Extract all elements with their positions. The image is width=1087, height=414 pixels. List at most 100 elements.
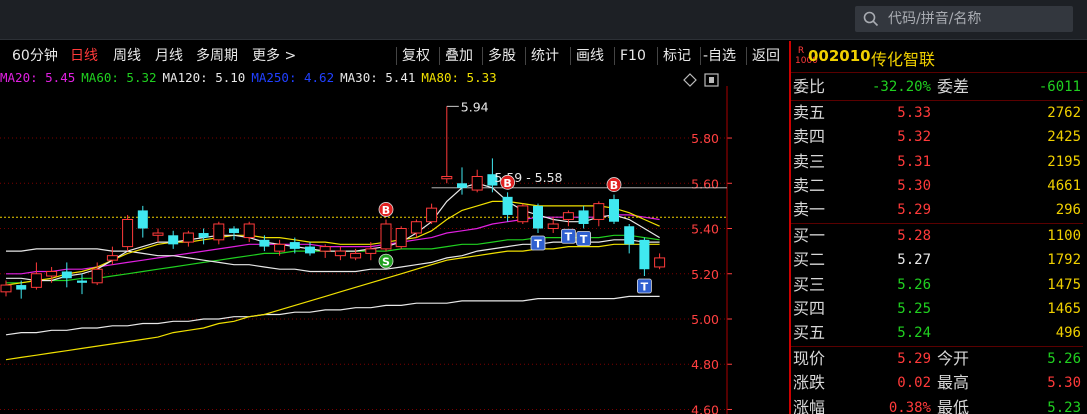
candle-body[interactable]	[106, 255, 118, 261]
bid-row[interactable]: 买五 5.24 496	[791, 321, 1083, 345]
candle-body[interactable]	[380, 223, 392, 250]
bid-row[interactable]: 买四 5.25 1465	[791, 297, 1083, 321]
candle-body[interactable]	[410, 221, 422, 234]
candle-body[interactable]	[243, 223, 255, 239]
candle-body[interactable]	[0, 284, 12, 293]
candle-body[interactable]	[624, 226, 635, 245]
signal-marker-t[interactable]: T	[561, 228, 576, 244]
btn-overlay[interactable]: 叠加	[445, 47, 473, 65]
signal-text: T	[565, 231, 573, 244]
candle-body[interactable]	[274, 243, 286, 252]
ma80-label: MA80: 5.33	[421, 70, 497, 85]
candle-body[interactable]	[91, 268, 103, 284]
quote-title: R 1000 002010 传化智联	[791, 41, 1087, 73]
candle-body[interactable]	[182, 232, 194, 243]
candle-body[interactable]	[16, 285, 27, 290]
period-60min[interactable]: 60分钟	[12, 47, 58, 65]
weibi-value: -32.20%	[871, 79, 931, 95]
tab-monthly[interactable]: 月线	[155, 47, 183, 65]
candle-body[interactable]	[77, 280, 87, 283]
ask-row[interactable]: 卖四 5.32 2425	[791, 125, 1083, 149]
btn-draw-line[interactable]: 画线	[576, 47, 604, 65]
candle-body[interactable]	[305, 246, 315, 254]
candle-body[interactable]	[441, 175, 453, 180]
candle-body[interactable]	[334, 250, 346, 257]
bid-row[interactable]: 买一 5.28 1100	[791, 224, 1083, 248]
toolbar-divider	[570, 47, 571, 65]
btn-stats[interactable]: 统计	[531, 47, 559, 65]
candle-body[interactable]	[471, 175, 483, 191]
candle-body[interactable]	[395, 228, 407, 248]
signal-marker-t[interactable]: T	[637, 278, 652, 294]
candle-body[interactable]	[593, 203, 605, 220]
btn-multi-stock[interactable]: 多股	[488, 47, 516, 65]
candle-body[interactable]	[502, 196, 513, 215]
search-input[interactable]	[888, 11, 1068, 27]
candle-body[interactable]	[289, 242, 300, 249]
stock-code: 002010	[808, 47, 871, 65]
candle-body[interactable]	[152, 232, 164, 236]
signal-text: B	[382, 204, 390, 217]
signal-marker-t[interactable]: T	[576, 231, 591, 247]
btn-fuquan[interactable]: 复权	[402, 47, 430, 65]
tab-weekly[interactable]: 周线	[113, 47, 141, 65]
candle-body[interactable]	[639, 239, 650, 270]
candle-body[interactable]	[517, 205, 529, 223]
candle-body[interactable]	[229, 228, 239, 234]
window-icon[interactable]	[704, 73, 719, 87]
ma30-label: MA30: 5.41	[340, 70, 416, 85]
bid-volume: 1792	[1047, 252, 1081, 269]
btn-f10[interactable]: F10	[620, 47, 646, 65]
bid-row[interactable]: 买二 5.27 1792	[791, 248, 1083, 272]
candle-body[interactable]	[609, 199, 619, 222]
ask-row[interactable]: 卖三 5.31 2195	[791, 150, 1083, 174]
ma120-label: MA120: 5.10	[162, 70, 246, 85]
signal-marker-b[interactable]: B	[378, 202, 394, 217]
candle-body[interactable]	[30, 273, 42, 288]
bid-row[interactable]: 买三 5.26 1475	[791, 273, 1083, 297]
tab-daily[interactable]: 日线	[70, 47, 98, 65]
candle-body[interactable]	[168, 235, 179, 245]
tab-more[interactable]: 更多 >	[252, 47, 296, 65]
candle-body[interactable]	[319, 246, 331, 252]
stat-label: 涨幅	[793, 397, 826, 414]
candle-body[interactable]	[457, 183, 467, 188]
candle-body[interactable]	[654, 257, 666, 268]
candle-body[interactable]	[213, 223, 225, 241]
candle-body[interactable]	[198, 233, 209, 238]
search-box[interactable]	[855, 6, 1073, 32]
candle-body[interactable]	[426, 207, 438, 223]
btn-back[interactable]: 返回	[752, 47, 780, 65]
tab-multi-period[interactable]: 多周期	[196, 47, 238, 65]
bid-label: 买二	[793, 250, 826, 270]
stat-label2: 最低	[937, 397, 970, 414]
diamond-icon[interactable]	[683, 73, 697, 87]
candlestick-chart[interactable]: 5.805.605.405.205.004.804.605.945.59 - 5…	[0, 86, 787, 414]
candle-body[interactable]	[46, 270, 58, 277]
signal-marker-t[interactable]: T	[530, 235, 546, 251]
btn-mark[interactable]: 标记	[663, 47, 691, 65]
stat-label2: 今开	[937, 349, 970, 369]
ask-row[interactable]: 卖五 5.33 2762	[791, 101, 1083, 125]
candle-body[interactable]	[61, 271, 72, 279]
ask-row[interactable]: 卖一 5.29 296	[791, 198, 1083, 222]
candle-body[interactable]	[365, 248, 377, 254]
stat-value2: 5.23	[1047, 399, 1081, 414]
signal-marker-b[interactable]: B	[606, 177, 622, 193]
stat-label: 涨跌	[793, 373, 826, 393]
ask-row[interactable]: 卖二 5.30 4661	[791, 174, 1083, 198]
candle-body[interactable]	[547, 223, 559, 230]
candle-body[interactable]	[137, 210, 148, 229]
signal-marker-s[interactable]: S	[378, 253, 394, 269]
candle-body[interactable]	[578, 210, 589, 224]
candle-body[interactable]	[562, 212, 574, 220]
btn-remove-watchlist[interactable]: -自选	[703, 47, 736, 65]
signal-marker-b[interactable]: B	[500, 174, 516, 190]
candle-body[interactable]	[533, 205, 543, 229]
candle-body[interactable]	[122, 218, 134, 248]
candle-body[interactable]	[350, 252, 362, 259]
y-tick-label: 5.00	[691, 312, 719, 327]
bid-price: 5.28	[897, 228, 931, 245]
ask-volume: 2195	[1047, 153, 1081, 170]
candle-body[interactable]	[259, 239, 270, 247]
